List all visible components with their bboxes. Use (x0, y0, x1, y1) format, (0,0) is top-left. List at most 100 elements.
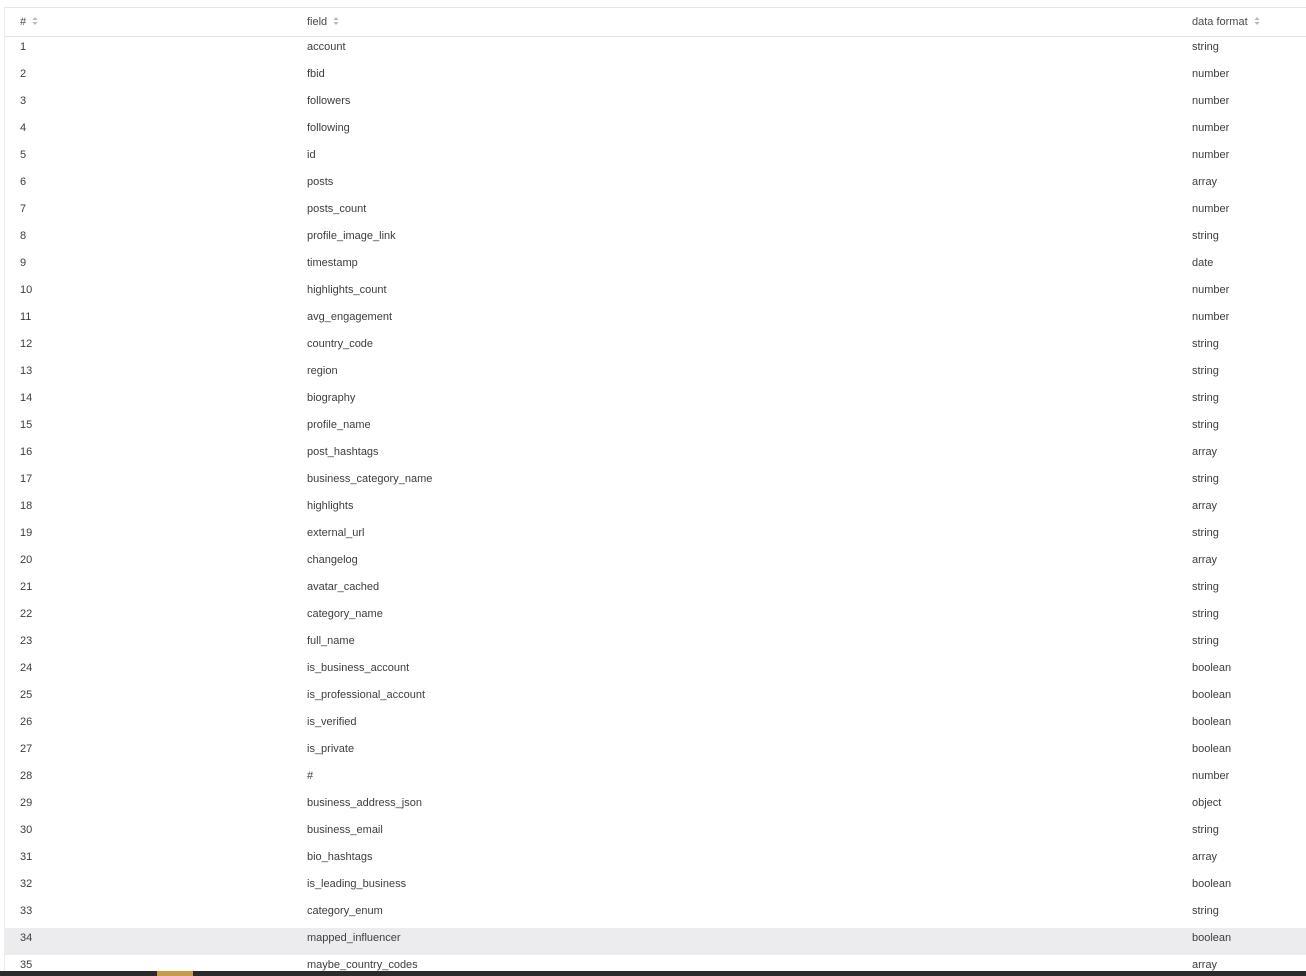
table-row[interactable]: 20 changelog array (5, 550, 1306, 577)
data-format-cell: string (1192, 608, 1219, 620)
row-index-cell: 28 (20, 770, 33, 782)
field-name-cell: timestamp (307, 257, 358, 269)
sort-icon[interactable] (333, 16, 339, 26)
table-row[interactable]: 29 business_address_json object (5, 793, 1306, 820)
table-row[interactable]: 5 id number (5, 145, 1306, 172)
table-row[interactable]: 17 business_category_name string (5, 469, 1306, 496)
table-row[interactable]: 19 external_url string (5, 523, 1306, 550)
data-format-cell: number (1192, 770, 1230, 782)
data-format-cell: boolean (1192, 689, 1232, 701)
row-index-cell: 17 (20, 473, 33, 485)
row-index-cell: 26 (20, 716, 33, 728)
row-index-cell: 27 (20, 743, 33, 755)
table-row[interactable]: 11 avg_engagement number (5, 307, 1306, 334)
data-format-cell: string (1192, 824, 1219, 836)
table-row[interactable]: 24 is_business_account boolean (5, 658, 1306, 685)
table-row[interactable]: 6 posts array (5, 172, 1306, 199)
table-row[interactable]: 22 category_name string (5, 604, 1306, 631)
row-index-cell: 5 (20, 149, 27, 161)
column-header-field-label: field (307, 16, 328, 28)
table-row[interactable]: 15 profile_name string (5, 415, 1306, 442)
row-index-cell: 9 (20, 257, 27, 269)
field-name-cell: highlights (307, 500, 354, 512)
table-row[interactable]: 2 fbid number (5, 64, 1306, 91)
table-row[interactable]: 34 mapped_influencer boolean (5, 928, 1306, 955)
data-format-cell: array (1192, 500, 1218, 512)
table-row[interactable]: 25 is_professional_account boolean (5, 685, 1306, 712)
data-format-cell: boolean (1192, 662, 1232, 674)
field-name-cell: business_email (307, 824, 383, 836)
app-frame: # field data format 1 account string 2 fbid n… (0, 0, 1306, 976)
data-format-cell: boolean (1192, 932, 1232, 944)
data-format-cell: number (1192, 95, 1230, 107)
row-index-cell: 12 (20, 338, 33, 350)
data-format-cell: boolean (1192, 878, 1232, 890)
row-index-cell: 16 (20, 446, 33, 458)
table-row[interactable]: 33 category_enum string (5, 901, 1306, 928)
row-index-cell: 23 (20, 635, 33, 647)
table-row[interactable]: 30 business_email string (5, 820, 1306, 847)
table-row[interactable]: 14 biography string (5, 388, 1306, 415)
table-row[interactable]: 28 # number (5, 766, 1306, 793)
column-header-index[interactable]: # (20, 8, 38, 36)
row-index-cell: 6 (20, 176, 27, 188)
field-name-cell: profile_image_link (307, 230, 396, 242)
table-row[interactable]: 26 is_verified boolean (5, 712, 1306, 739)
table-row[interactable]: 8 profile_image_link string (5, 226, 1306, 253)
data-format-cell: string (1192, 905, 1219, 917)
row-index-cell: 19 (20, 527, 33, 539)
data-format-cell: array (1192, 851, 1218, 863)
data-format-cell: array (1192, 446, 1218, 458)
table-row[interactable]: 31 bio_hashtags array (5, 847, 1306, 874)
data-format-cell: number (1192, 203, 1230, 215)
data-format-cell: array (1192, 959, 1218, 971)
field-name-cell: profile_name (307, 419, 371, 431)
table-row[interactable]: 12 country_code string (5, 334, 1306, 361)
table-row[interactable]: 9 timestamp date (5, 253, 1306, 280)
data-format-cell: object (1192, 797, 1222, 809)
field-name-cell: avg_engagement (307, 311, 393, 323)
data-format-cell: string (1192, 581, 1219, 593)
column-header-data-format-label: data format (1192, 16, 1248, 28)
field-name-cell: business_category_name (307, 473, 433, 485)
field-name-cell: mapped_influencer (307, 932, 401, 944)
field-name-cell: country_code (307, 338, 374, 350)
table-row[interactable]: 13 region string (5, 361, 1306, 388)
table-row[interactable]: 3 followers number (5, 91, 1306, 118)
table-row[interactable]: 27 is_private boolean (5, 739, 1306, 766)
sort-icon[interactable] (1254, 16, 1260, 26)
row-index-cell: 20 (20, 554, 33, 566)
column-header-field[interactable]: field (307, 8, 339, 36)
row-index-cell: 2 (20, 68, 27, 80)
table-row[interactable]: 7 posts_count number (5, 199, 1306, 226)
field-name-cell: biography (307, 392, 356, 404)
field-name-cell: is_business_account (307, 662, 410, 674)
table-row[interactable]: 16 post_hashtags array (5, 442, 1306, 469)
table-row[interactable]: 21 avatar_cached string (5, 577, 1306, 604)
row-index-cell: 13 (20, 365, 33, 377)
table-row[interactable]: 18 highlights array (5, 496, 1306, 523)
field-name-cell: category_name (307, 608, 383, 620)
row-index-cell: 30 (20, 824, 33, 836)
row-index-cell: 33 (20, 905, 33, 917)
table-row[interactable]: 4 following number (5, 118, 1306, 145)
row-index-cell: 21 (20, 581, 33, 593)
field-name-cell: business_address_json (307, 797, 422, 809)
field-name-cell: id (307, 149, 316, 161)
table-row[interactable]: 35 maybe_country_codes array (5, 955, 1306, 972)
table-row[interactable]: 1 account string (5, 37, 1306, 64)
row-index-cell: 25 (20, 689, 33, 701)
column-header-data-format[interactable]: data format (1192, 8, 1260, 36)
data-format-cell: date (1192, 257, 1214, 269)
data-format-cell: string (1192, 635, 1219, 647)
row-index-cell: 4 (20, 122, 27, 134)
sort-icon[interactable] (32, 16, 38, 26)
field-name-cell: posts_count (307, 203, 367, 215)
table-row[interactable]: 32 is_leading_business boolean (5, 874, 1306, 901)
field-name-cell: followers (307, 95, 351, 107)
table-row[interactable]: 23 full_name string (5, 631, 1306, 658)
data-format-cell: string (1192, 419, 1219, 431)
field-name-cell: changelog (307, 554, 358, 566)
table-row[interactable]: 10 highlights_count number (5, 280, 1306, 307)
data-format-cell: string (1192, 473, 1219, 485)
